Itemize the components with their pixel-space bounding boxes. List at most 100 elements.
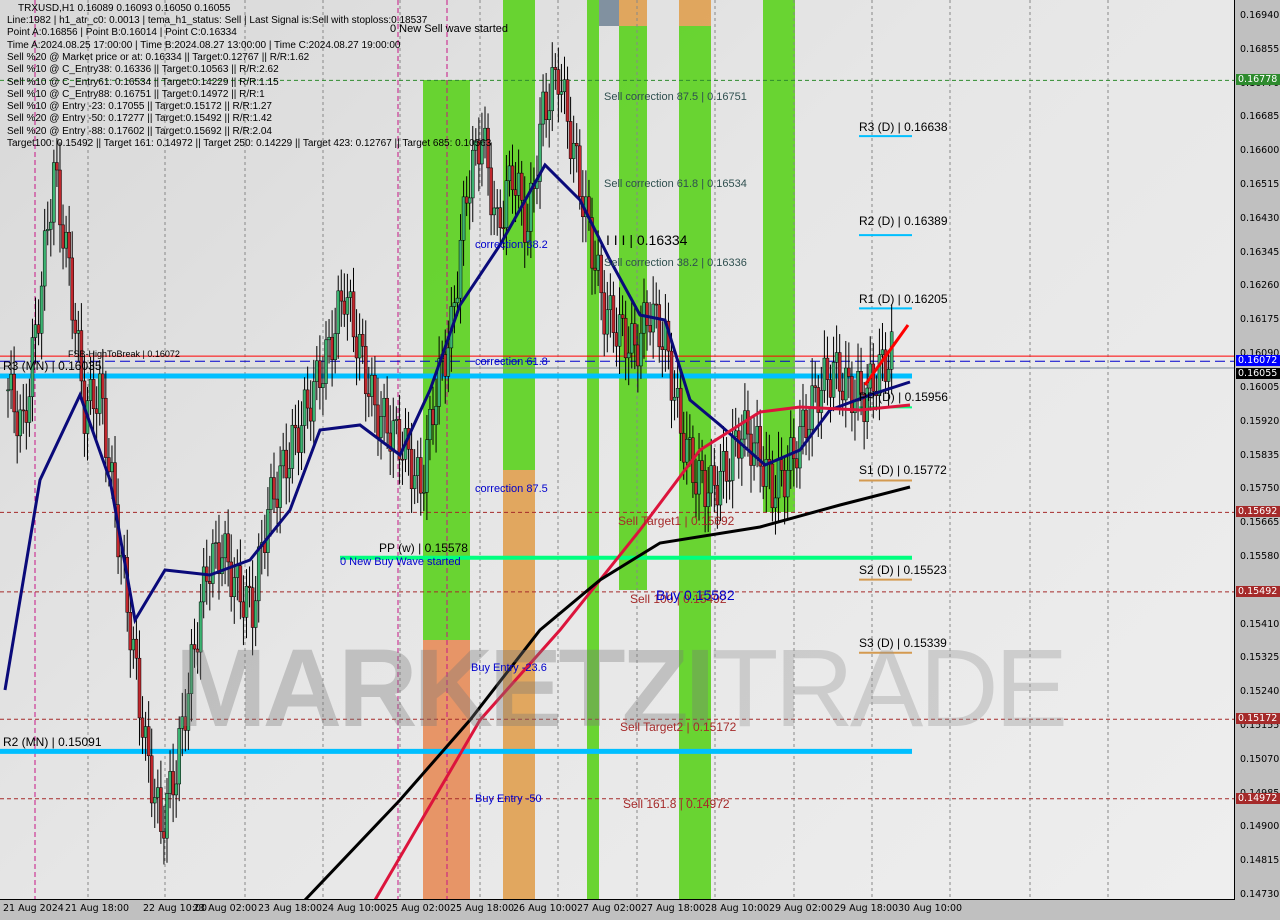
candle-body (45, 229, 50, 232)
correction-382-label: correction 38.2 (475, 239, 548, 251)
candle-body (244, 585, 249, 618)
candle-body (376, 404, 380, 438)
signal-zone (587, 0, 599, 899)
candle-body (18, 409, 22, 437)
candle-body (880, 349, 885, 355)
candle-body (639, 332, 643, 367)
correction-618-label: correction 61.8 (475, 356, 548, 368)
candle-body (428, 409, 432, 441)
signal-zone (619, 0, 647, 26)
candle-body (471, 149, 475, 199)
x-tick-label: 21 Aug 18:00 (65, 903, 130, 914)
y-tick-label: 0.16685 (1240, 111, 1280, 123)
candle-body (165, 793, 169, 839)
candle-body (831, 362, 836, 398)
candle-body (743, 410, 747, 440)
y-tick-label: 0.15920 (1240, 415, 1280, 427)
candle-body (348, 291, 353, 298)
candle-body (33, 324, 38, 338)
candle-body (804, 409, 808, 438)
candle-body (235, 565, 240, 578)
candle-body (724, 451, 729, 482)
candle-body (620, 314, 625, 319)
candle-body (611, 295, 616, 333)
x-tick-label: 25 Aug 18:00 (450, 903, 515, 914)
candle-body (559, 91, 564, 95)
sell-correction-875-label: Sell correction 87.5 | 0.16751 (604, 91, 747, 103)
candle-body (373, 375, 377, 406)
candle-body (12, 373, 16, 413)
candle-body (678, 388, 683, 434)
candle-body (489, 167, 493, 216)
candle-body (501, 227, 506, 229)
signal-info-line: Sell %20 @ Entry -88: 0.17602 || Target:… (7, 125, 272, 137)
candle-body (272, 477, 276, 500)
candle-body (623, 317, 628, 359)
candle-body (159, 787, 163, 832)
candle-body (419, 457, 423, 494)
y-tick-label: 0.15750 (1240, 483, 1280, 495)
chart-plot-area[interactable]: MARKETZITRADE TRXUSD,H1 0.16089 0.16093 … (0, 0, 1235, 900)
candle-body (339, 290, 344, 302)
candle-body (208, 580, 212, 584)
candle-body (52, 162, 56, 223)
candle-body (379, 416, 383, 438)
candle-body (761, 465, 765, 487)
candle-body (706, 492, 710, 507)
candle-body (776, 459, 781, 499)
candle-body (290, 424, 295, 469)
candle-body (266, 509, 270, 553)
candle-body (61, 224, 65, 249)
y-tick-label: 0.16600 (1240, 145, 1280, 157)
price-tag: 0.15172 (1236, 713, 1280, 725)
price-tag: 0.14972 (1236, 792, 1280, 804)
candle-body (330, 336, 334, 360)
candle-body (795, 458, 799, 469)
buy-level-label: Buy 0.15582 (656, 587, 735, 603)
candle-body (571, 143, 576, 159)
candle-body (269, 477, 273, 510)
x-tick-label: 29 Aug 02:00 (769, 903, 834, 914)
candle-body (544, 91, 548, 120)
candle-body (27, 396, 32, 423)
candle-body (464, 196, 469, 204)
candle-body (522, 199, 527, 243)
candle-body (104, 397, 108, 458)
candle-body (351, 291, 356, 338)
candle-body (825, 357, 830, 380)
signal-info-line: Sell %20 @ Market price or at: 0.16334 |… (7, 51, 310, 63)
candle-body (492, 207, 496, 216)
candle-body (36, 324, 41, 334)
candle-body (709, 465, 714, 494)
candle-body (409, 448, 414, 489)
new-sell-wave-label: 0 New Sell wave started (390, 23, 508, 35)
candle-body (669, 350, 674, 401)
candle-body (293, 424, 298, 429)
y-tick-label: 0.14730 (1240, 889, 1280, 900)
candle-body (443, 354, 447, 377)
candle-body (354, 336, 359, 359)
candle-body (633, 323, 637, 346)
new-buy-wave-label: 0 New Buy Wave started (340, 556, 461, 568)
candle-body (630, 323, 634, 354)
candle-body (131, 638, 136, 651)
candle-body (840, 390, 845, 401)
candle-body (562, 79, 567, 93)
candle-body (425, 439, 429, 493)
candle-body (324, 339, 328, 384)
candle-body (504, 180, 509, 228)
x-tick-label: 26 Aug 10:00 (513, 903, 578, 914)
candle-body (675, 388, 680, 398)
candle-body (785, 470, 790, 498)
point-c-label: I I I | 0.16334 (606, 232, 688, 248)
candle-body (608, 295, 613, 311)
candle-body (275, 498, 279, 508)
x-tick-label: 23 Aug 18:00 (258, 903, 323, 914)
candle-body (217, 542, 221, 575)
candle-body (685, 439, 689, 463)
candle-body (382, 397, 386, 417)
candle-body (73, 319, 78, 334)
candle-body (412, 475, 417, 489)
candle-body (513, 189, 518, 196)
s3-daily-label: S3 (D) | 0.15339 (859, 636, 947, 650)
